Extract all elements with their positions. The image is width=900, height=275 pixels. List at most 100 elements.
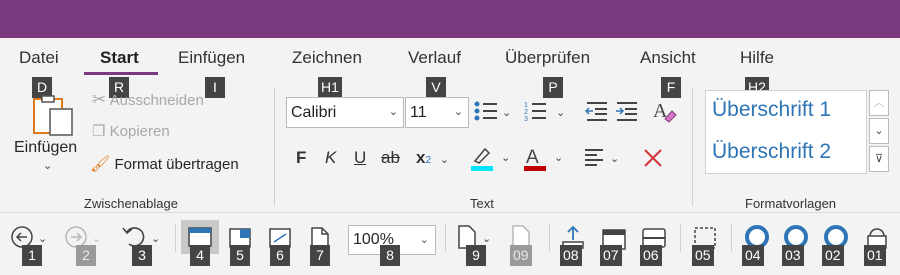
keytip-qat-2: 2 [76,245,96,266]
delete-tag-button[interactable] [641,146,665,175]
font-color-button[interactable]: A ⌄ [522,143,566,178]
tab-einfuegen[interactable]: Einfügen [178,48,245,68]
chevron-down-icon: ⌄ [43,160,53,172]
svg-text:⌄: ⌄ [610,153,619,165]
svg-text:⌄: ⌄ [502,107,511,119]
tab-verlauf[interactable]: Verlauf [408,48,461,68]
chevron-down-icon: ⌄ [439,154,449,166]
bold-button[interactable]: F [296,148,306,168]
numbered-list-icon: 1 2 3 ⌄ [524,102,565,123]
svg-text:⌄: ⌄ [92,233,101,245]
toolbar-separator [731,224,732,252]
bullet-list-icon: ⌄ [474,101,511,121]
keytip-qat-9: 9 [466,245,486,266]
copy-icon: ❐ [92,123,106,140]
decrease-indent-icon [584,102,607,121]
svg-text:⌄: ⌄ [482,233,491,245]
clear-formatting-button[interactable]: A [652,97,678,128]
keytip-qat-5: 5 [230,245,250,266]
styles-group-label: Formatvorlagen [745,196,837,211]
tab-datei[interactable]: Datei [19,48,59,68]
format-painter-button[interactable]: 🖌 Format übertragen [90,154,239,174]
tab-hilfe[interactable]: Hilfe [740,48,774,68]
styles-gallery: Überschrift 1 Überschrift 2 [705,90,867,174]
format-painter-icon: 🖌 [90,156,111,173]
highlight-button[interactable]: ⌄ [469,143,513,178]
align-button[interactable]: ⌄ [583,145,625,174]
text-group-label: Text [470,196,494,211]
style-heading-2[interactable]: Überschrift 2 [712,140,831,164]
keytip-qat-07: 07 [600,245,622,266]
subscript-icon: 2 [425,155,432,166]
style-heading-1[interactable]: Überschrift 1 [712,98,831,122]
gallery-scroll-up[interactable]: ︿ [869,90,889,116]
increase-indent-icon [616,102,637,121]
copy-button[interactable]: ❐ Kopieren [92,122,170,140]
keytip-qat-8: 8 [380,245,400,266]
keytip-tab-zeichnen: H1 [318,77,342,98]
keytip-qat-05: 05 [692,245,714,266]
keytip-qat-04: 04 [742,245,764,266]
tab-ansicht[interactable]: Ansicht [640,48,696,68]
keytip-qat-3: 3 [132,245,152,266]
keytip-tab-verlauf: V [426,77,446,98]
toolbar-separator [175,224,176,252]
strikethrough-button[interactable]: ab [381,148,400,168]
toolbar-separator [445,224,446,252]
clear-formatting-icon: A [653,100,677,123]
tab-zeichnen[interactable]: Zeichnen [292,48,362,68]
tab-start[interactable]: Start [100,48,139,68]
svg-text:2: 2 [524,109,528,116]
font-name-dropdown[interactable]: Calibri ⌄ [286,97,404,128]
svg-text:⌄: ⌄ [151,233,160,245]
scissors-icon: ✂ [92,90,107,109]
active-tab-indicator [84,72,158,75]
paste-label: Einfügen [14,139,78,156]
paste-button[interactable]: Einfügen ⌄ [14,95,84,177]
chevron-down-icon: ⌄ [453,106,463,118]
font-color-icon: A ⌄ [524,147,563,171]
keytip-qat-09: 09 [510,245,532,266]
svg-text:1: 1 [524,102,528,109]
keytip-qat-02: 02 [822,245,844,266]
close-icon [644,149,662,167]
svg-text:⌄: ⌄ [554,152,563,164]
font-size-dropdown[interactable]: 11 ⌄ [405,97,469,128]
keytip-qat-1: 1 [22,245,42,266]
chevron-down-icon: ⌄ [388,106,398,118]
keytip-tab-einfuegen: I [205,77,225,98]
decrease-indent-button[interactable] [584,100,609,127]
gallery-expand[interactable]: ⊽ [869,146,889,172]
highlighter-icon: ⌄ [471,147,510,171]
keytip-tab-ansicht: F [661,77,681,98]
format-painter-label: Format übertragen [114,156,239,173]
svg-text:A: A [526,147,539,168]
font-name-value: Calibri [291,104,337,121]
keytip-qat-4: 4 [190,245,210,266]
numbered-list-button[interactable]: 1 2 3 ⌄ [524,100,568,127]
keytip-qat-06: 06 [640,245,662,266]
bullet-list-button[interactable]: ⌄ [473,100,511,127]
keytip-qat-6: 6 [270,245,290,266]
copy-label: Kopieren [109,123,170,140]
font-size-value: 11 [410,104,427,121]
title-bar [0,0,900,38]
italic-button[interactable]: K [325,148,336,168]
cut-button[interactable]: ✂ Ausschneiden [92,90,204,110]
toolbar-separator [549,224,550,252]
increase-indent-button[interactable] [615,100,639,127]
keytip-qat-01: 01 [864,245,886,266]
svg-text:3: 3 [524,116,528,122]
subscript-button[interactable]: x2 ⌄ [416,148,449,168]
keytip-qat-7: 7 [310,245,330,266]
keytip-tab-ueberpruefen: P [543,77,563,98]
svg-text:⌄: ⌄ [556,107,565,119]
chevron-down-icon: ⌄ [419,234,429,246]
gallery-scroll-down[interactable]: ⌄ [869,118,889,144]
clipboard-group-label: Zwischenablage [84,196,178,211]
keytip-qat-03: 03 [782,245,804,266]
tab-ueberpruefen[interactable]: Überprüfen [505,48,590,68]
toolbar-separator [680,224,681,252]
group-divider [692,88,693,206]
underline-button[interactable]: U [354,148,366,168]
